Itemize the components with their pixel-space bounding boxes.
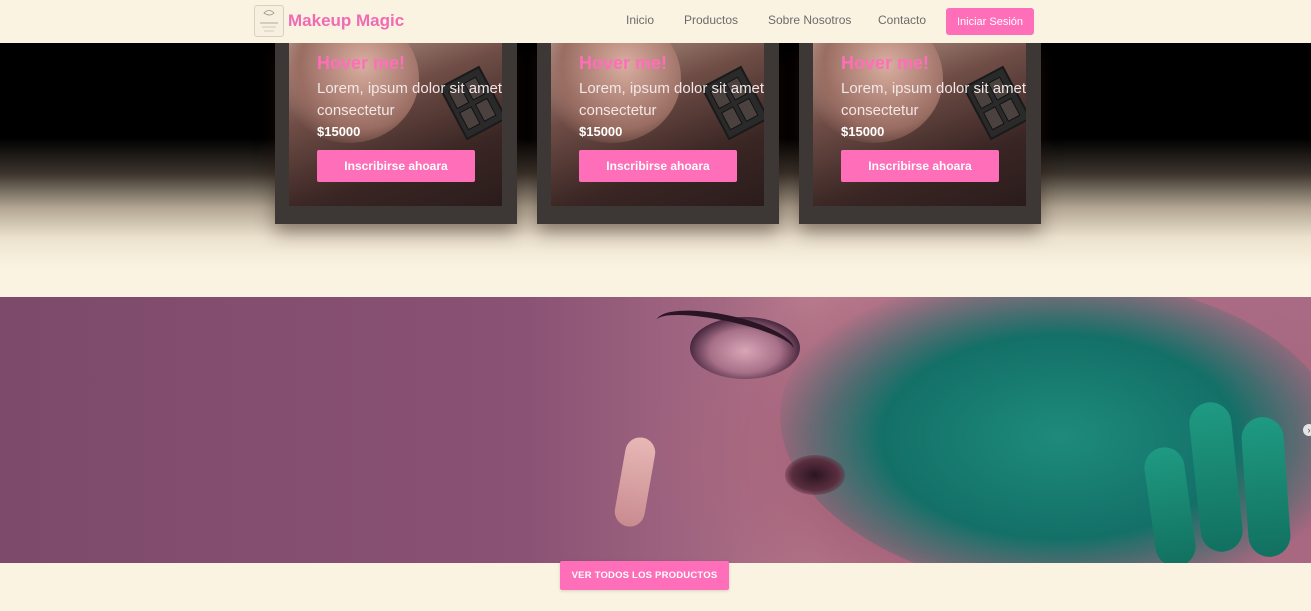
product-price: $15000 [579,124,623,139]
product-card[interactable]: Hover me! Lorem, ipsum dolor sit amet co… [799,43,1041,224]
product-price: $15000 [841,124,885,139]
product-description: Lorem, ipsum dolor sit amet consectetur [579,80,764,119]
product-card[interactable]: Hover me! Lorem, ipsum dolor sit amet co… [275,43,517,224]
product-title: Hover me! [841,53,930,73]
brand-name[interactable]: Makeup Magic [288,11,404,31]
product-card[interactable]: Hover me! Lorem, ipsum dolor sit amet co… [537,43,779,224]
product-description: Lorem, ipsum dolor sit amet consectetur [317,80,502,119]
nav-link-sobre-nosotros[interactable]: Sobre Nosotros [768,13,851,27]
login-button[interactable]: Iniciar Sesión [946,8,1034,35]
hero-image: › [0,297,1311,563]
enroll-button[interactable]: Inscribirse ahoara [579,150,737,182]
slider-next-icon[interactable]: › [1303,424,1311,436]
product-image: Hover me! Lorem, ipsum dolor sit amet co… [289,43,502,206]
product-band: Hover me! Lorem, ipsum dolor sit amet co… [0,43,1311,297]
nav-link-contacto[interactable]: Contacto [878,13,926,27]
product-price: $15000 [317,124,361,139]
product-image: Hover me! Lorem, ipsum dolor sit amet co… [813,43,1026,206]
product-description: Lorem, ipsum dolor sit amet consectetur [841,80,1026,119]
enroll-button[interactable]: Inscribirse ahoara [317,150,475,182]
view-all-products-button[interactable]: VER TODOS LOS PRODUCTOS [560,561,729,590]
product-title: Hover me! [317,53,406,73]
enroll-button[interactable]: Inscribirse ahoara [841,150,999,182]
nav-link-inicio[interactable]: Inicio [626,13,654,27]
product-image: Hover me! Lorem, ipsum dolor sit amet co… [551,43,764,206]
makeup-logo-icon[interactable] [254,5,284,37]
product-title: Hover me! [579,53,668,73]
navbar: Makeup Magic Inicio Productos Sobre Noso… [0,0,1311,43]
nav-link-productos[interactable]: Productos [684,13,738,27]
